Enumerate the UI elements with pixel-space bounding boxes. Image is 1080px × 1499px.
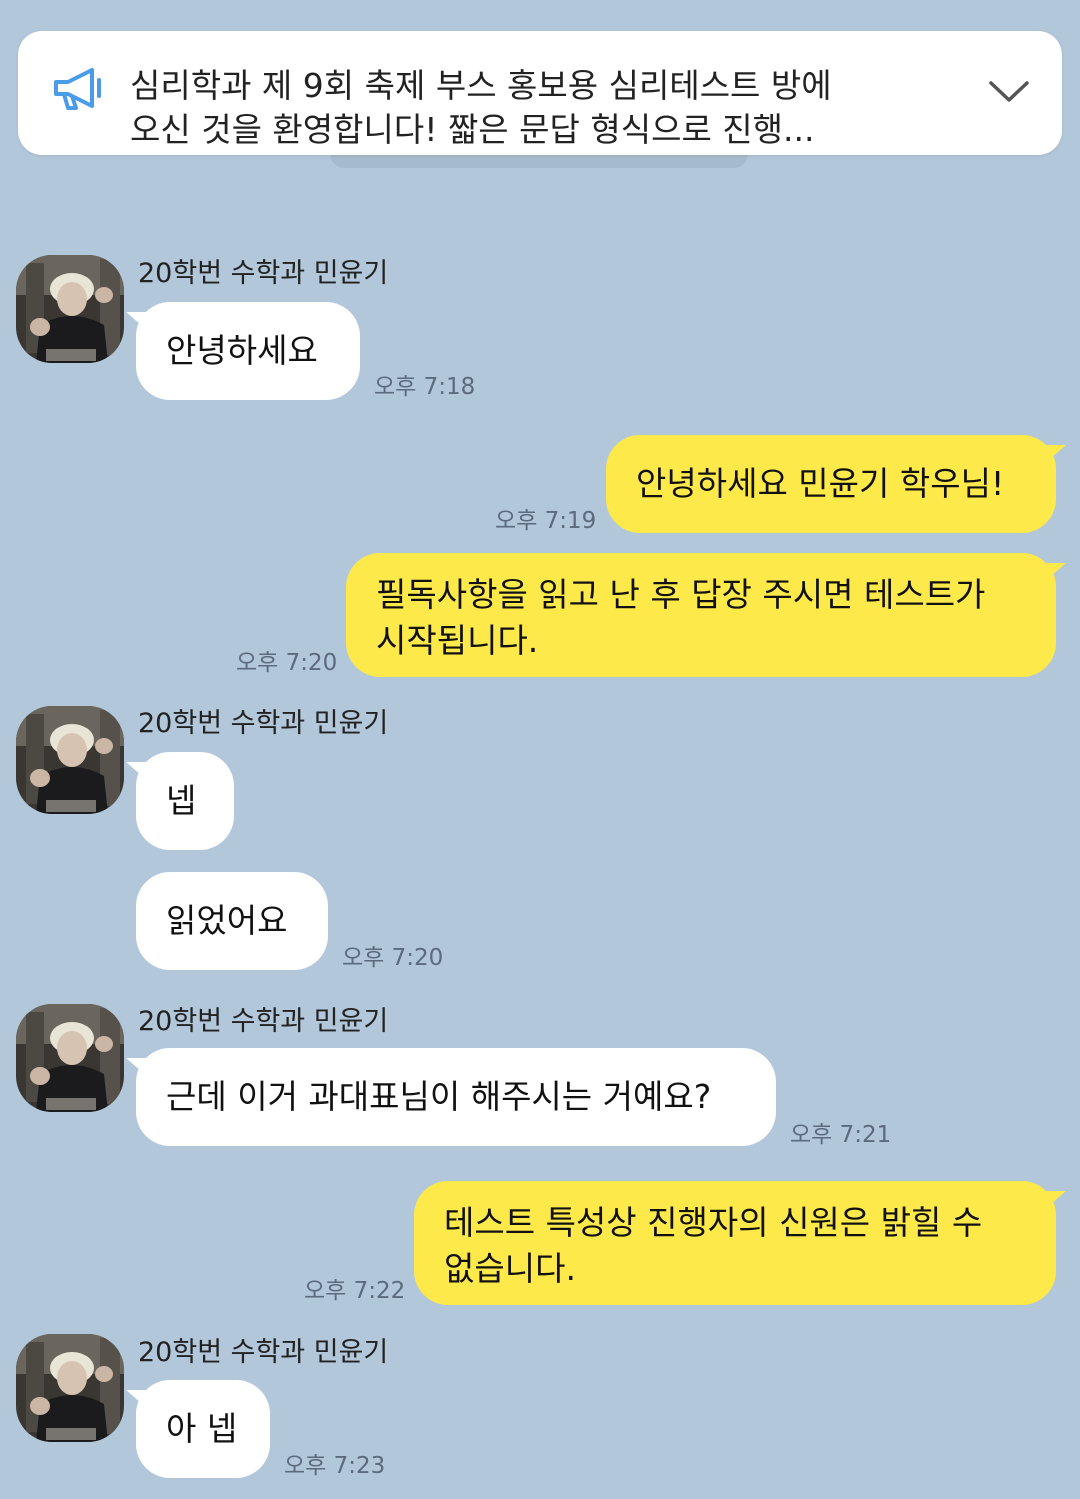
avatar-image xyxy=(16,255,124,363)
message-time: 오후 7:20 xyxy=(342,945,444,971)
sender-name: 20학번 수학과 민윤기 xyxy=(138,708,389,739)
notice-text: 심리학과 제 9회 축제 부스 홍보용 심리테스트 방에 오신 것을 환영합니다… xyxy=(130,66,832,149)
avatar-image xyxy=(16,1334,124,1442)
message-bubble[interactable]: 근데 이거 과대표님이 해주시는 거예요? xyxy=(136,1048,776,1146)
message-time: 오후 7:23 xyxy=(284,1453,386,1479)
message-time: 오후 7:21 xyxy=(790,1122,892,1148)
message-bubble[interactable]: 읽었어요 xyxy=(136,872,328,970)
avatar[interactable] xyxy=(16,1004,124,1112)
message-bubble[interactable]: 안녕하세요 xyxy=(136,302,360,400)
message-bubble[interactable]: 테스트 특성상 진행자의 신원은 밝힐 수 없습니다. xyxy=(414,1181,1056,1305)
message-bubble[interactable]: 필독사항을 읽고 난 후 답장 주시면 테스트가 시작됩니다. xyxy=(346,553,1056,677)
megaphone-icon xyxy=(54,68,101,110)
chevron-down-icon[interactable] xyxy=(986,76,1032,106)
avatar-image xyxy=(16,706,124,814)
avatar[interactable] xyxy=(16,706,124,814)
message-bubble[interactable]: 아 넵 xyxy=(136,1380,270,1478)
sender-name: 20학번 수학과 민윤기 xyxy=(138,1006,389,1037)
avatar[interactable] xyxy=(16,255,124,363)
message-bubble[interactable]: 넵 xyxy=(136,752,234,850)
message-bubble[interactable]: 안녕하세요 민윤기 학우님! xyxy=(606,435,1056,533)
avatar[interactable] xyxy=(16,1334,124,1442)
avatar-image xyxy=(16,1004,124,1112)
sender-name: 20학번 수학과 민윤기 xyxy=(138,258,389,289)
message-time: 오후 7:19 xyxy=(495,508,597,534)
message-time: 오후 7:22 xyxy=(304,1278,406,1304)
message-time: 오후 7:18 xyxy=(374,374,476,400)
message-time: 오후 7:20 xyxy=(236,650,338,676)
sender-name: 20학번 수학과 민윤기 xyxy=(138,1337,389,1368)
